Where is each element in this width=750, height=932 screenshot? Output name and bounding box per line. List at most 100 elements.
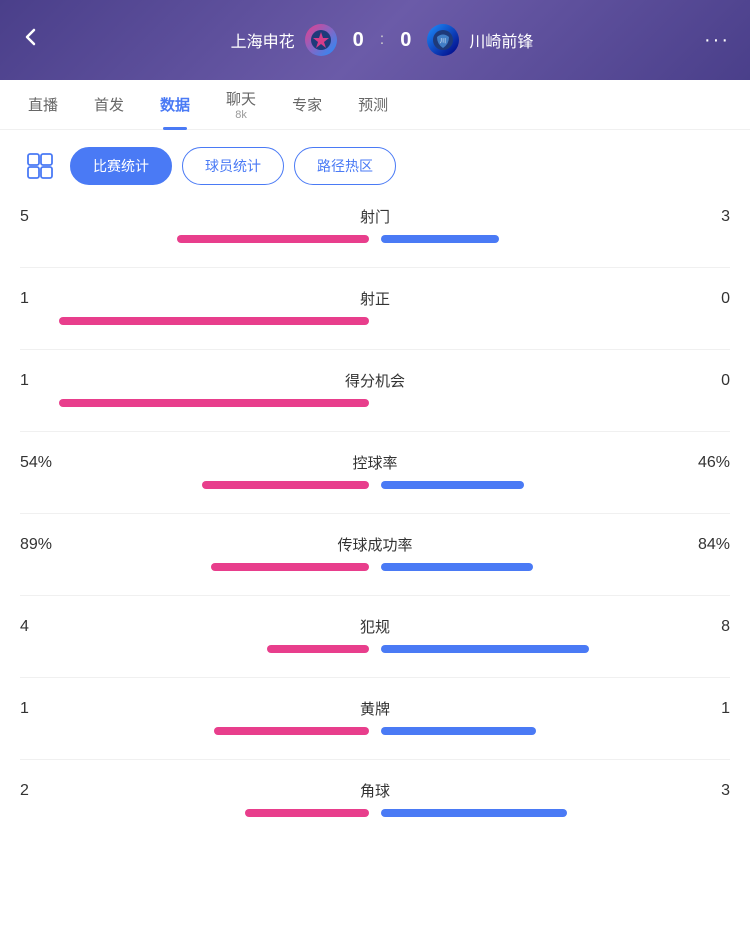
bar-left-container xyxy=(20,235,369,243)
stat-row: 89% 传球成功率 84% xyxy=(20,534,730,571)
bar-right-container xyxy=(381,645,730,653)
tab-chat[interactable]: 聊天8k xyxy=(208,80,274,130)
stat-left-value: 5 xyxy=(20,208,80,226)
stat-bars xyxy=(20,235,730,243)
stat-row: 2 角球 3 xyxy=(20,780,730,817)
stat-right-value: 1 xyxy=(670,700,730,718)
bar-divider xyxy=(373,727,377,735)
stat-right-value: 3 xyxy=(670,208,730,226)
bar-blue xyxy=(381,235,499,243)
layout-icon xyxy=(20,146,60,186)
bar-pink xyxy=(267,645,369,653)
bar-blue xyxy=(381,727,536,735)
bar-pink xyxy=(211,563,369,571)
team-away-name: 川崎前锋 xyxy=(469,28,533,52)
bar-divider xyxy=(373,399,377,407)
stat-right-value: 0 xyxy=(670,372,730,390)
stat-bars xyxy=(20,481,730,489)
filter-match-stats[interactable]: 比赛统计 xyxy=(70,147,172,185)
score-home: 0 xyxy=(353,29,364,52)
bar-blue xyxy=(381,563,533,571)
bar-pink xyxy=(202,481,369,489)
bar-left-container xyxy=(20,645,369,653)
match-info: 上海申花 0 : 0 川 川崎前锋 xyxy=(231,24,534,56)
bar-left-container xyxy=(20,399,369,407)
bar-right-container xyxy=(381,727,730,735)
bar-right-container xyxy=(381,399,730,407)
stat-label: 控球率 xyxy=(80,452,670,473)
bar-blue xyxy=(381,809,567,817)
back-button[interactable] xyxy=(20,26,60,54)
bar-blue xyxy=(381,481,524,489)
bar-right-container xyxy=(381,481,730,489)
team-away-logo: 川 xyxy=(427,24,459,56)
stat-left-value: 4 xyxy=(20,618,80,636)
bar-divider xyxy=(373,481,377,489)
filter-row: 比赛统计 球员统计 路径热区 xyxy=(20,146,730,186)
more-button[interactable]: ··· xyxy=(704,29,730,52)
stat-bars xyxy=(20,727,730,735)
stat-row: 1 得分机会 0 xyxy=(20,370,730,407)
bar-left-container xyxy=(20,809,369,817)
team-home-name: 上海申花 xyxy=(231,28,295,52)
bar-right-container xyxy=(381,317,730,325)
bar-left-container xyxy=(20,727,369,735)
tab-live[interactable]: 直播 xyxy=(10,80,76,130)
stat-row: 54% 控球率 46% xyxy=(20,452,730,489)
stat-row: 4 犯规 8 xyxy=(20,616,730,653)
stat-left-value: 1 xyxy=(20,700,80,718)
stat-row: 1 黄牌 1 xyxy=(20,698,730,735)
bar-pink xyxy=(177,235,369,243)
bar-divider xyxy=(373,563,377,571)
stat-label: 射门 xyxy=(80,206,670,227)
bar-divider xyxy=(373,317,377,325)
chat-badge: 8k xyxy=(235,109,247,121)
tab-predict[interactable]: 预测 xyxy=(340,80,406,130)
stat-bars xyxy=(20,645,730,653)
bar-divider xyxy=(373,645,377,653)
stat-left-value: 2 xyxy=(20,782,80,800)
stat-bars xyxy=(20,809,730,817)
stat-row: 1 射正 0 xyxy=(20,288,730,325)
stat-label: 传球成功率 xyxy=(80,534,670,555)
header: 上海申花 0 : 0 川 川崎前锋 ··· xyxy=(0,0,750,80)
filter-heatmap[interactable]: 路径热区 xyxy=(294,147,396,185)
bar-blue xyxy=(381,645,589,653)
bar-left-container xyxy=(20,563,369,571)
bar-left-container xyxy=(20,481,369,489)
tab-expert[interactable]: 专家 xyxy=(274,80,340,130)
stat-label: 犯规 xyxy=(80,616,670,637)
svg-text:川: 川 xyxy=(440,38,446,45)
bar-right-container xyxy=(381,235,730,243)
stat-left-value: 1 xyxy=(20,290,80,308)
tab-lineup[interactable]: 首发 xyxy=(76,80,142,130)
stat-label: 角球 xyxy=(80,780,670,801)
stat-bars xyxy=(20,399,730,407)
stat-right-value: 46% xyxy=(670,454,730,472)
content-area: 比赛统计 球员统计 路径热区 5 射门 3 1 射正 0 xyxy=(0,130,750,857)
stat-bars xyxy=(20,317,730,325)
stat-left-value: 54% xyxy=(20,454,80,472)
filter-player-stats[interactable]: 球员统计 xyxy=(182,147,284,185)
stats-container: 5 射门 3 1 射正 0 xyxy=(20,206,730,817)
tab-stats[interactable]: 数据 xyxy=(142,80,208,130)
stat-right-value: 8 xyxy=(670,618,730,636)
score-separator: : xyxy=(380,31,384,49)
bar-left-container xyxy=(20,317,369,325)
bar-divider xyxy=(373,809,377,817)
team-home-logo xyxy=(305,24,337,56)
bar-pink xyxy=(214,727,369,735)
bar-divider xyxy=(373,235,377,243)
bar-right-container xyxy=(381,809,730,817)
stat-left-value: 1 xyxy=(20,372,80,390)
stat-left-value: 89% xyxy=(20,536,80,554)
stat-right-value: 3 xyxy=(670,782,730,800)
stat-label: 黄牌 xyxy=(80,698,670,719)
stat-right-value: 0 xyxy=(670,290,730,308)
bar-pink xyxy=(59,399,369,407)
stat-bars xyxy=(20,563,730,571)
stat-row: 5 射门 3 xyxy=(20,206,730,243)
score-away: 0 xyxy=(400,29,411,52)
stat-right-value: 84% xyxy=(670,536,730,554)
stat-label: 得分机会 xyxy=(80,370,670,391)
